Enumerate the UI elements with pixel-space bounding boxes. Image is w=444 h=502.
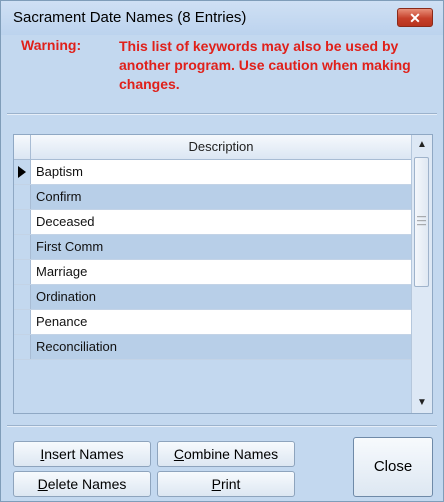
table-row[interactable]: Marriage <box>14 260 412 285</box>
button-label: rint <box>220 476 241 492</box>
grip-icon: — — — <box>417 211 426 229</box>
warning-text: This list of keywords may also be used b… <box>119 38 411 92</box>
description-cell[interactable]: Penance <box>31 310 412 334</box>
table-row[interactable]: Deceased <box>14 210 412 235</box>
table-row[interactable]: Penance <box>14 310 412 335</box>
button-label: elete Names <box>47 476 127 492</box>
table-row[interactable]: First Comm <box>14 235 412 260</box>
insert-names-button[interactable]: Insert Names <box>13 441 151 467</box>
table-row[interactable]: Ordination <box>14 285 412 310</box>
scroll-up-icon[interactable]: ▲ <box>412 135 432 155</box>
table-row[interactable]: Reconciliation <box>14 335 412 360</box>
button-label: nsert Names <box>44 446 124 462</box>
mnemonic: P <box>211 476 221 492</box>
row-selector[interactable] <box>14 260 31 284</box>
scroll-thumb[interactable]: — — — <box>414 157 429 287</box>
description-cell[interactable]: Reconciliation <box>31 335 412 359</box>
combine-names-button[interactable]: Combine Names <box>157 441 295 467</box>
divider <box>7 425 437 427</box>
divider <box>7 113 437 115</box>
vertical-scrollbar[interactable]: ▲ — — — ▼ <box>411 135 432 413</box>
row-selector-header <box>14 135 31 159</box>
table-row[interactable]: Baptism <box>14 160 412 185</box>
description-cell[interactable]: Confirm <box>31 185 412 209</box>
column-header-description[interactable]: Description <box>31 135 411 159</box>
dialog-window: Sacrament Date Names (8 Entries) ✕ Warni… <box>0 0 444 502</box>
row-selector[interactable] <box>14 285 31 309</box>
row-selector[interactable] <box>14 310 31 334</box>
description-cell[interactable]: Marriage <box>31 260 412 284</box>
description-cell[interactable]: Baptism <box>31 160 412 184</box>
print-button[interactable]: Print <box>157 471 295 497</box>
table-row[interactable]: Confirm <box>14 185 412 210</box>
row-selector[interactable] <box>14 335 31 359</box>
description-cell[interactable]: Ordination <box>31 285 412 309</box>
mnemonic: C <box>173 446 184 462</box>
row-selector[interactable] <box>14 210 31 234</box>
grid-rows: Baptism Confirm Deceased First Comm Marr… <box>14 160 412 360</box>
window-title: Sacrament Date Names (8 Entries) <box>13 9 247 26</box>
row-selector[interactable] <box>14 235 31 259</box>
warning-label: Warning: <box>21 37 82 53</box>
close-button[interactable]: Close <box>353 437 433 497</box>
row-pointer-icon <box>18 166 26 178</box>
grid-header: Description <box>14 135 412 160</box>
delete-names-button[interactable]: Delete Names <box>13 471 151 497</box>
row-selector[interactable] <box>14 160 31 184</box>
close-icon[interactable]: ✕ <box>397 8 433 27</box>
description-cell[interactable]: First Comm <box>31 235 412 259</box>
row-selector[interactable] <box>14 185 31 209</box>
title-bar[interactable]: Sacrament Date Names (8 Entries) ✕ <box>1 1 443 35</box>
mnemonic: D <box>37 476 48 492</box>
description-cell[interactable]: Deceased <box>31 210 412 234</box>
scroll-down-icon[interactable]: ▼ <box>412 393 432 413</box>
button-label: ombine Names <box>183 446 279 462</box>
names-grid[interactable]: Description Baptism Confirm Deceased Fir… <box>13 134 433 414</box>
